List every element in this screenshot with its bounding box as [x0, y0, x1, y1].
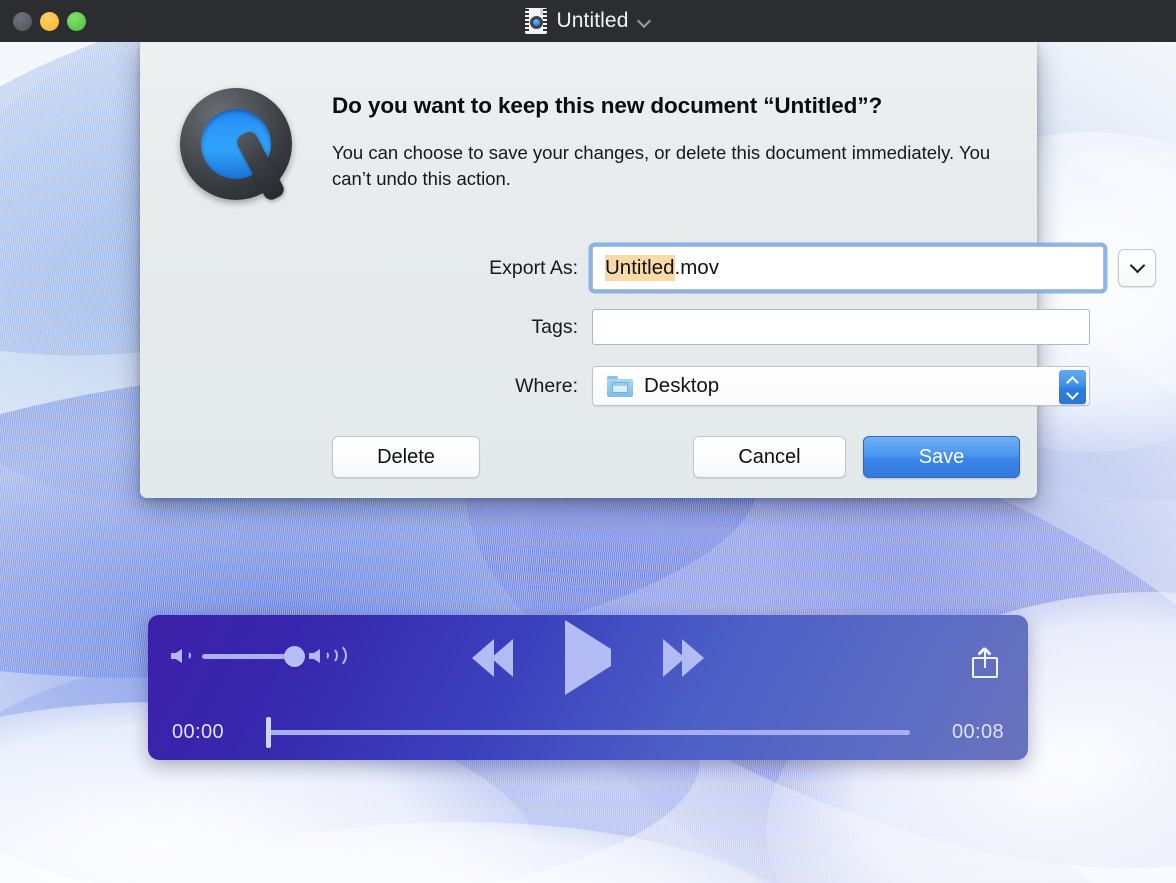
quicktime-movie-document-icon: [525, 8, 548, 34]
playhead-handle[interactable]: [266, 717, 271, 748]
tags-label: Tags:: [531, 315, 578, 338]
export-as-value: Untitled.mov: [605, 255, 719, 281]
player-timeline-row: 00:00 00:08: [148, 705, 1028, 760]
window-title-group: Untitled: [0, 0, 1176, 42]
sheet-title: Do you want to keep this new document “U…: [332, 93, 883, 118]
quicktime-badge-icon: [530, 16, 544, 29]
traffic-light-group: [13, 0, 86, 42]
export-as-selected-text: Untitled: [605, 255, 675, 281]
player-transport-row: [148, 615, 1028, 705]
fast-forward-icon[interactable]: [663, 639, 704, 677]
close-button[interactable]: [13, 11, 32, 31]
minimize-button[interactable]: [40, 11, 59, 31]
film-perforation-left: [525, 9, 530, 33]
folder-icon: [607, 375, 633, 397]
document-sheet-shape: [525, 8, 548, 34]
sheet-message: You can choose to save your changes, or …: [332, 142, 991, 190]
sheet-button-row: Delete Cancel Save: [140, 436, 1037, 482]
total-time-label: 00:08: [951, 721, 1004, 743]
transport-buttons: [148, 620, 1028, 695]
export-as-label: Export As:: [489, 256, 578, 279]
where-label: Where:: [515, 374, 578, 397]
save-button[interactable]: Save: [863, 436, 1020, 478]
tags-input[interactable]: [592, 309, 1090, 345]
save-document-sheet: Do you want to keep this new document “U…: [140, 42, 1156, 498]
export-as-row: Export As: Untitled.mov: [140, 244, 1156, 292]
export-as-input[interactable]: Untitled.mov: [592, 246, 1104, 290]
where-row: Where: Desktop: [140, 365, 1090, 407]
export-options-disclosure-button[interactable]: [1118, 249, 1156, 287]
cancel-button[interactable]: Cancel: [693, 436, 846, 478]
quicktime-player-icon: [178, 86, 296, 204]
window-title: Untitled: [556, 9, 629, 32]
export-as-extension-text: .mov: [674, 256, 719, 279]
play-icon[interactable]: [565, 620, 611, 695]
document-fold-shape: [540, 8, 548, 15]
where-popup-button[interactable]: Desktop: [592, 366, 1090, 406]
sheet-header: Do you want to keep this new document “U…: [332, 92, 1022, 193]
stepper-up-down-icon[interactable]: [1059, 370, 1086, 404]
share-icon[interactable]: [972, 646, 998, 678]
quicktime-player-window: Untitled 00:00 00:08 Do you want to keep…: [0, 0, 1176, 883]
chevron-down-icon: [1132, 260, 1143, 271]
chevron-down-icon[interactable]: [638, 15, 651, 28]
film-perforation-right: [543, 9, 548, 33]
where-value: Desktop: [644, 374, 720, 397]
player-control-bar: 00:00 00:08: [148, 615, 1028, 760]
zoom-button[interactable]: [67, 11, 86, 31]
title-bar: Untitled: [0, 0, 1176, 42]
timeline-scrubber[interactable]: [266, 717, 910, 748]
rewind-icon[interactable]: [472, 639, 513, 677]
tags-row: Tags:: [140, 307, 1090, 347]
delete-button[interactable]: Delete: [332, 436, 480, 478]
current-time-label: 00:00: [172, 721, 225, 743]
